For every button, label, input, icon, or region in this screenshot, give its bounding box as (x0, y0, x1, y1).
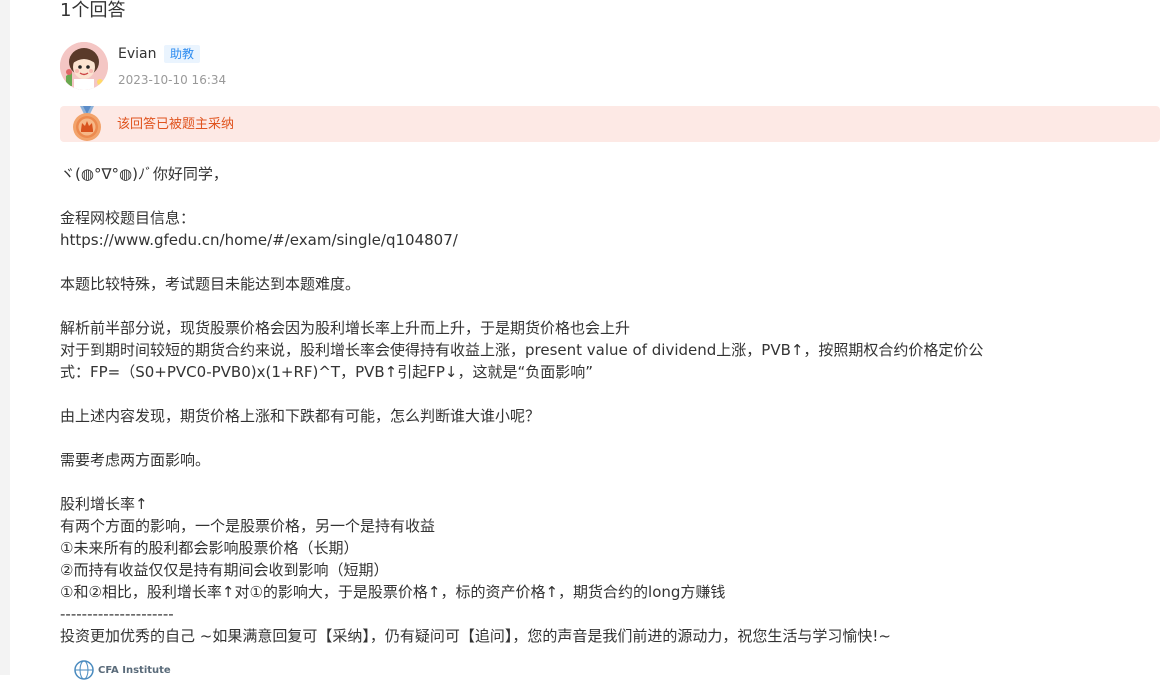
left-gutter (0, 0, 10, 675)
body-line: 解析前半部分说，现货股票价格会因为股利增长率上升而上升，于是期货价格也会上升 (60, 319, 631, 337)
accepted-banner: 该回答已被题主采纳 (60, 106, 1160, 142)
author-name[interactable]: Evian (118, 45, 156, 63)
body-line: ②而持有收益仅仅是持有期间会收到影响（短期） (60, 561, 389, 579)
answer-count-title: 1个回答 (60, 0, 126, 21)
body-line: 式：FP=（S0+PVC0-PVB0)x(1+RF)^T，PVB↑引起FP↓，这… (60, 363, 594, 381)
body-line: 由上述内容发现，期货价格上涨和下跌都有可能，怎么判断谁大谁小呢？ (60, 407, 541, 425)
body-line: 对于到期时间较短的期货合约来说，股利增长率会使得持有收益上涨，present v… (60, 341, 984, 359)
answer-body: ヾ(◍°∇°◍)ﾉﾞ你好同学， 金程网校题目信息： https://www.gf… (60, 163, 1060, 647)
body-line: ①未来所有的股利都会影响股票价格（长期） (60, 539, 359, 557)
body-line: ヾ(◍°∇°◍)ﾉﾞ你好同学， (60, 165, 228, 183)
body-line: 有两个方面的影响，一个是股票价格，另一个是持有收益 (60, 517, 436, 535)
cfa-globe-icon (74, 660, 94, 680)
avatar[interactable] (60, 42, 108, 90)
body-line: ①和②相比，股利增长率↑对①的影响大，于是股票价格↑，标的资产价格↑，期货合约的… (60, 583, 726, 601)
divider-line: --------------------- (60, 605, 174, 623)
body-line: 股利增长率↑ (60, 495, 148, 513)
accepted-text: 该回答已被题主采纳 (117, 117, 235, 132)
body-line: 需要考虑两方面影响。 (60, 451, 211, 469)
medal-icon (73, 106, 101, 141)
cfa-logo-text: CFA Institute (98, 665, 171, 676)
author-block: Evian 助教 2023-10-10 16:34 (60, 42, 660, 92)
body-line: 本题比较特殊，考试题目未能达到本题难度。 (60, 275, 361, 293)
body-line: 金程网校题目信息： (60, 209, 196, 227)
cfa-logo: CFA Institute (74, 660, 184, 680)
exam-link[interactable]: https://www.gfedu.cn/home/#/exam/single/… (60, 229, 1060, 251)
avatar-illustration-icon (60, 42, 108, 90)
signature-line: 投资更加优秀的自己 ~如果满意回复可【采纳】，仍有疑问可【追问】，您的声音是我们… (60, 627, 891, 645)
post-timestamp: 2023-10-10 16:34 (118, 73, 227, 87)
role-badge: 助教 (164, 45, 201, 63)
